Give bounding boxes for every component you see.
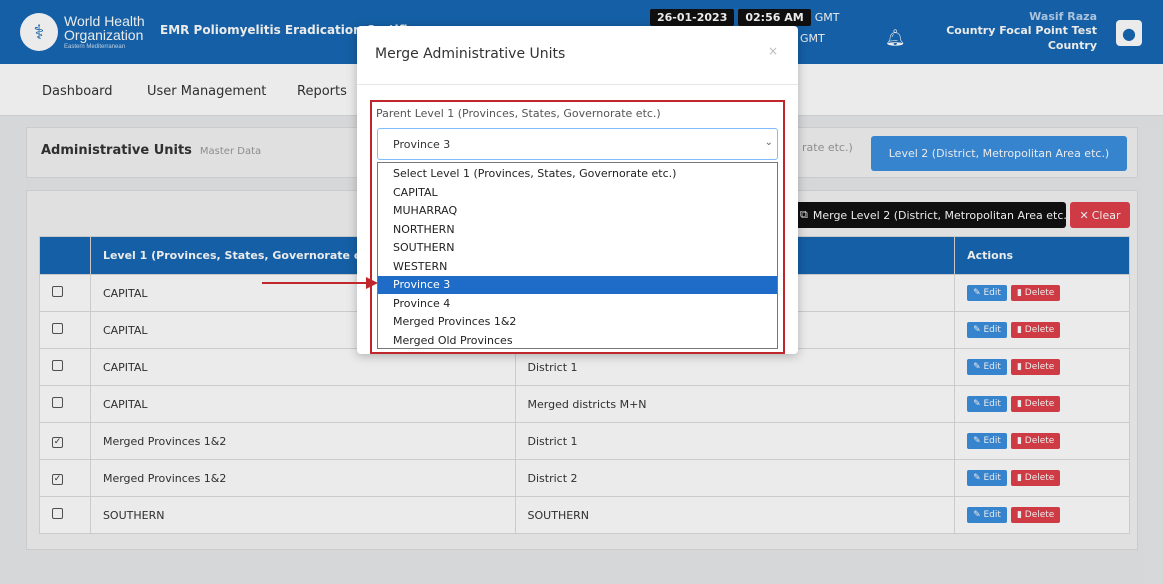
- dropdown-option[interactable]: WESTERN: [378, 258, 777, 276]
- dropdown-option[interactable]: NORTHERN: [378, 221, 777, 239]
- dropdown-option[interactable]: CAPITAL: [378, 184, 777, 202]
- dropdown-option[interactable]: Select Level 1 (Provinces, States, Gover…: [378, 165, 777, 183]
- dropdown-option[interactable]: MUHARRAQ: [378, 202, 777, 220]
- annotation-arrow: [262, 282, 370, 284]
- modal-title: Merge Administrative Units: [375, 46, 566, 62]
- close-icon[interactable]: ×: [768, 44, 778, 58]
- dropdown-option[interactable]: Province 3: [378, 276, 777, 294]
- parent-level1-dropdown: Select Level 1 (Provinces, States, Gover…: [377, 162, 778, 349]
- parent-level1-select[interactable]: Province 3 ⌄: [377, 128, 778, 160]
- dropdown-option[interactable]: Merged Old Provinces: [378, 332, 777, 350]
- modal-divider: [357, 84, 798, 85]
- dropdown-option[interactable]: SOUTHERN: [378, 239, 777, 257]
- chevron-down-icon: ⌄: [764, 137, 773, 148]
- dropdown-option[interactable]: Merged Provinces 1&2: [378, 313, 777, 331]
- parent-level1-label: Parent Level 1 (Provinces, States, Gover…: [376, 107, 661, 120]
- select-value: Province 3: [393, 138, 451, 151]
- dropdown-option[interactable]: Province 4: [378, 295, 777, 313]
- annotation-arrow-head: [366, 277, 378, 289]
